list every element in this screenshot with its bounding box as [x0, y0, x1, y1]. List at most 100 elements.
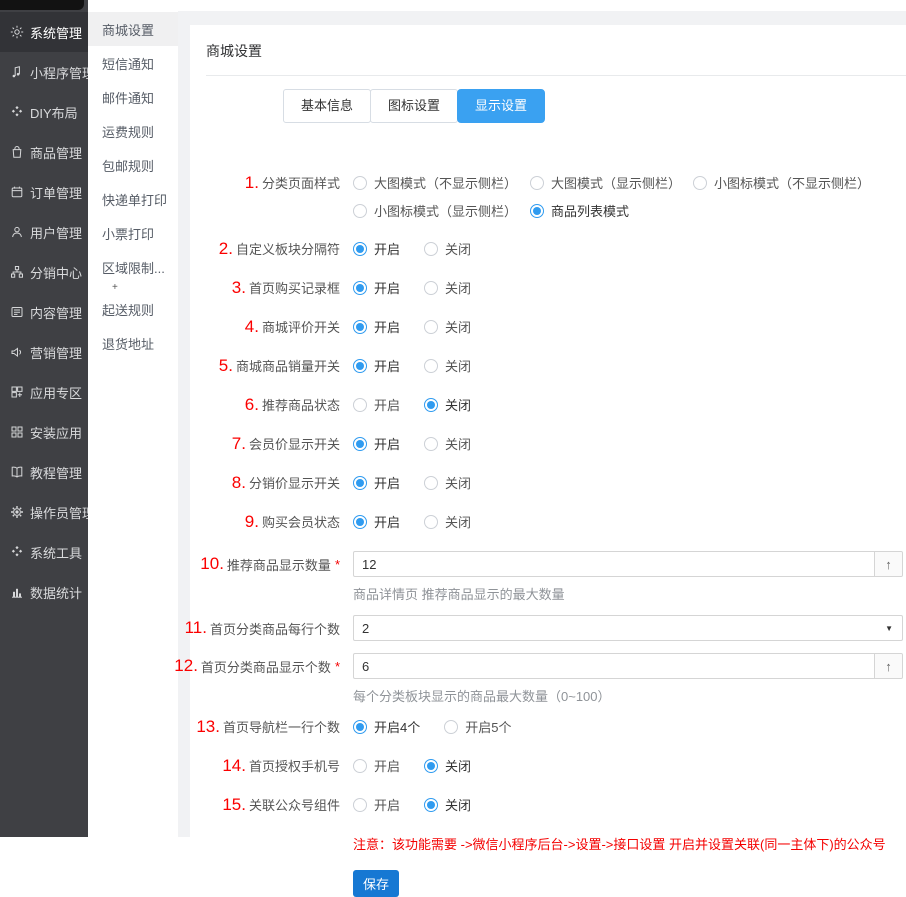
- radio-option[interactable]: 小图标模式（显示侧栏）: [353, 201, 530, 220]
- radio-label: 开启: [374, 756, 400, 775]
- form-row-7: 7.会员价显示开关开启关闭: [206, 434, 906, 454]
- radio-option[interactable]: 开启: [353, 356, 400, 375]
- radio-option[interactable]: 开启: [353, 239, 400, 258]
- radio-option[interactable]: 开启: [353, 473, 400, 492]
- sidebar-item-data-statistics[interactable]: 数据统计: [0, 572, 88, 612]
- tab-basic-info[interactable]: 基本信息: [283, 89, 371, 123]
- book-icon: [9, 465, 25, 480]
- field-label: 6.推荐商品状态: [206, 395, 340, 415]
- field-number: 1.: [245, 173, 259, 193]
- radio-label: 开启: [374, 239, 400, 258]
- select-input[interactable]: 2▼: [353, 615, 903, 641]
- submenu-item-email-notice[interactable]: 邮件通知: [88, 80, 178, 114]
- sidebar-item-install-app[interactable]: 安装应用: [0, 412, 88, 452]
- number-input[interactable]: [353, 653, 903, 679]
- sidebar-item-tutorial-management[interactable]: 教程管理: [0, 452, 88, 492]
- submenu-item-receipt-print[interactable]: 小票打印: [88, 216, 178, 250]
- radio-option[interactable]: 开启: [353, 317, 400, 336]
- submenu-item-sms-notice[interactable]: 短信通知: [88, 46, 178, 80]
- radio-option[interactable]: 大图模式（显示侧栏）: [530, 173, 693, 192]
- form-row-1: 1.分类页面样式大图模式（不显示侧栏）大图模式（显示侧栏）小图标模式（不显示侧栏…: [206, 173, 906, 220]
- expand-plus-icon[interactable]: +: [88, 284, 178, 292]
- radio-option[interactable]: 开启: [353, 756, 400, 775]
- number-input[interactable]: [353, 551, 903, 577]
- radio-option[interactable]: 开启: [353, 278, 400, 297]
- sidebar-item-diy-layout[interactable]: DIY布局: [0, 92, 88, 132]
- calendar-icon: [9, 185, 25, 200]
- radio-option[interactable]: 关闭: [424, 278, 471, 297]
- radio-option[interactable]: 小图标模式（不显示侧栏）: [693, 173, 870, 192]
- sidebar-item-label: 操作员管理: [30, 503, 95, 522]
- field-label-text: 首页分类商品每行个数: [210, 619, 340, 638]
- sidebar-item-distribution-center[interactable]: 分销中心: [0, 252, 88, 292]
- sidebar-item-content-management[interactable]: 内容管理: [0, 292, 88, 332]
- radio-unchecked-icon: [353, 176, 367, 190]
- radio-option[interactable]: 开启4个: [353, 717, 420, 736]
- submenu-item-region-limit[interactable]: 区域限制...: [88, 250, 178, 284]
- sidebar-item-app-zone[interactable]: 应用专区: [0, 372, 88, 412]
- submenu-item-express-print[interactable]: 快递单打印: [88, 182, 178, 216]
- sidebar-item-goods-management[interactable]: 商品管理: [0, 132, 88, 172]
- field-label: 14.首页授权手机号: [206, 756, 340, 776]
- radio-option[interactable]: 关闭: [424, 317, 471, 336]
- submenu-item-mall-settings[interactable]: 商城设置: [88, 12, 178, 46]
- field-number: 10.: [200, 554, 224, 574]
- bar-chart-icon: [9, 585, 25, 600]
- sidebar-item-order-management[interactable]: 订单管理: [0, 172, 88, 212]
- radio-unchecked-icon: [424, 437, 438, 451]
- radio-option[interactable]: 关闭: [424, 395, 471, 414]
- radio-option[interactable]: 关闭: [424, 756, 471, 775]
- field-label: 3.首页购买记录框: [206, 278, 340, 298]
- tab-display-settings[interactable]: 显示设置: [457, 89, 545, 123]
- radio-row: 开启 关闭: [353, 756, 906, 775]
- radio-option[interactable]: 关闭: [424, 239, 471, 258]
- form-row-4: 4.商城评价开关开启关闭: [206, 317, 906, 337]
- field-number: 7.: [232, 434, 246, 454]
- submenu-item-return-address[interactable]: 退货地址: [88, 326, 178, 360]
- field-controls: 开启4个 开启5个: [353, 717, 906, 737]
- save-button[interactable]: 保存: [353, 870, 399, 897]
- sidebar-item-system-tools[interactable]: 系统工具: [0, 532, 88, 572]
- radio-unchecked-icon: [424, 515, 438, 529]
- form-row-10: 10.推荐商品显示数量*↑商品详情页 推荐商品显示的最大数量: [206, 551, 906, 603]
- submenu-item-freight-rules[interactable]: 运费规则: [88, 114, 178, 148]
- radio-option[interactable]: 开启: [353, 434, 400, 453]
- field-label: 11.首页分类商品每行个数: [206, 615, 340, 641]
- radio-option[interactable]: 商品列表模式: [530, 201, 693, 220]
- stepper-up-button[interactable]: ↑: [874, 654, 902, 678]
- radio-option[interactable]: 关闭: [424, 512, 471, 531]
- field-label: 5.商城商品销量开关: [206, 356, 340, 376]
- radio-label: 关闭: [445, 473, 471, 492]
- submenu-item-free-shipping-rules[interactable]: 包邮规则: [88, 148, 178, 182]
- sidebar-item-label: 安装应用: [30, 423, 82, 442]
- radio-option[interactable]: 开启5个: [444, 717, 511, 736]
- sidebar-item-miniprogram-management[interactable]: 小程序管理: [0, 52, 88, 92]
- radio-row: 开启 关闭: [353, 356, 906, 375]
- form-row-6: 6.推荐商品状态开启 关闭: [206, 395, 906, 415]
- radio-option[interactable]: 关闭: [424, 356, 471, 375]
- radio-option[interactable]: 关闭: [424, 434, 471, 453]
- sidebar-item-marketing-management[interactable]: 营销管理: [0, 332, 88, 372]
- radio-unchecked-icon: [424, 242, 438, 256]
- field-label: 10.推荐商品显示数量*: [206, 551, 340, 577]
- radio-option[interactable]: 关闭: [424, 473, 471, 492]
- radio-option[interactable]: 关闭: [424, 795, 471, 814]
- field-label: 12.首页分类商品显示个数*: [206, 653, 340, 679]
- radio-option[interactable]: 大图模式（不显示侧栏）: [353, 173, 530, 192]
- tab-icon-settings[interactable]: 图标设置: [370, 89, 458, 123]
- radio-label: 开启: [374, 795, 400, 814]
- radio-option[interactable]: 开启: [353, 795, 400, 814]
- field-number: 3.: [232, 278, 246, 298]
- submenu-item-min-delivery-rules[interactable]: 起送规则: [88, 292, 178, 326]
- field-label-text: 首页购买记录框: [249, 278, 340, 297]
- sidebar-item-system-management[interactable]: 系统管理: [0, 12, 88, 52]
- radio-label: 开启: [374, 278, 400, 297]
- radio-option[interactable]: 开启: [353, 395, 400, 414]
- sidebar-item-user-management[interactable]: 用户管理: [0, 212, 88, 252]
- bag-icon: [9, 145, 25, 160]
- sidebar-item-operator-management[interactable]: 操作员管理: [0, 492, 88, 532]
- stepper-up-button[interactable]: ↑: [874, 552, 902, 576]
- field-label-text: 分类页面样式: [262, 173, 340, 192]
- app-window: 系统管理小程序管理DIY布局商品管理订单管理用户管理分销中心内容管理营销管理应用…: [0, 0, 906, 837]
- radio-option[interactable]: 开启: [353, 512, 400, 531]
